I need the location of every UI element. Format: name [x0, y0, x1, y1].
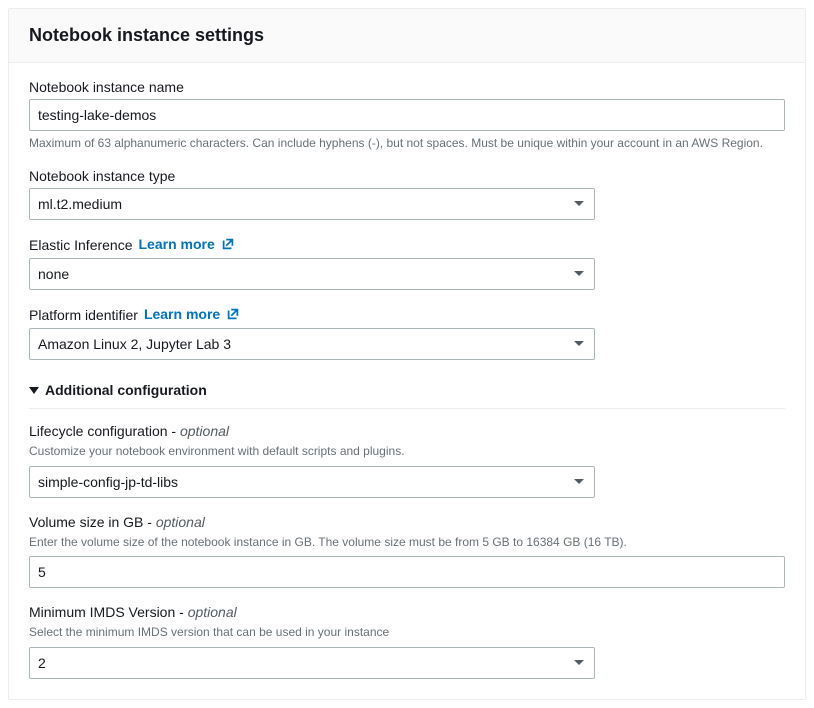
- platform-identifier-value: Amazon Linux 2, Jupyter Lab 3: [38, 336, 231, 352]
- instance-name-label: Notebook instance name: [29, 79, 785, 95]
- imds-label-text: Minimum IMDS Version -: [29, 604, 188, 620]
- volume-label-text: Volume size in GB -: [29, 514, 156, 530]
- imds-label: Minimum IMDS Version - optional: [29, 604, 785, 620]
- volume-helper: Enter the volume size of the notebook in…: [29, 534, 785, 551]
- divider: [29, 408, 785, 409]
- platform-identifier-select[interactable]: Amazon Linux 2, Jupyter Lab 3: [29, 328, 595, 360]
- elastic-inference-select[interactable]: none: [29, 258, 595, 290]
- additional-configuration-expander[interactable]: Additional configuration: [29, 376, 785, 404]
- optional-text: optional: [180, 423, 229, 439]
- optional-text: optional: [188, 604, 237, 620]
- field-elastic-inference: Elastic Inference Learn more none: [29, 236, 785, 290]
- panel-title: Notebook instance settings: [29, 25, 785, 46]
- volume-size-input[interactable]: [29, 556, 785, 588]
- imds-helper: Select the minimum IMDS version that can…: [29, 624, 785, 641]
- instance-type-label: Notebook instance type: [29, 168, 785, 184]
- field-instance-name: Notebook instance name Maximum of 63 alp…: [29, 79, 785, 152]
- panel-body: Notebook instance name Maximum of 63 alp…: [9, 63, 805, 699]
- field-lifecycle-configuration: Lifecycle configuration - optional Custo…: [29, 423, 785, 498]
- volume-label: Volume size in GB - optional: [29, 514, 785, 530]
- platform-identifier-label: Platform identifier: [29, 307, 138, 323]
- additional-configuration-title: Additional configuration: [45, 382, 207, 398]
- learn-more-text: Learn more: [139, 236, 215, 252]
- settings-panel: Notebook instance settings Notebook inst…: [8, 8, 806, 700]
- elastic-inference-label: Elastic Inference: [29, 237, 133, 253]
- external-link-icon: [226, 307, 240, 324]
- lifecycle-label: Lifecycle configuration - optional: [29, 423, 785, 439]
- field-platform-identifier: Platform identifier Learn more Amazon Li…: [29, 306, 785, 360]
- lifecycle-value: simple-config-jp-td-libs: [38, 474, 178, 490]
- field-instance-type: Notebook instance type ml.t2.medium: [29, 168, 785, 220]
- instance-name-input[interactable]: [29, 99, 785, 131]
- field-volume-size: Volume size in GB - optional Enter the v…: [29, 514, 785, 589]
- learn-more-text: Learn more: [144, 306, 220, 322]
- elastic-inference-value: none: [38, 266, 69, 282]
- elastic-inference-learn-more-link[interactable]: Learn more: [139, 236, 235, 254]
- optional-text: optional: [156, 514, 205, 530]
- panel-header: Notebook instance settings: [9, 9, 805, 63]
- imds-value: 2: [38, 655, 46, 671]
- lifecycle-label-text: Lifecycle configuration -: [29, 423, 180, 439]
- instance-name-helper: Maximum of 63 alphanumeric characters. C…: [29, 135, 785, 152]
- lifecycle-select[interactable]: simple-config-jp-td-libs: [29, 466, 595, 498]
- imds-select[interactable]: 2: [29, 647, 595, 679]
- instance-type-select[interactable]: ml.t2.medium: [29, 188, 595, 220]
- caret-down-icon: [29, 382, 39, 398]
- lifecycle-helper: Customize your notebook environment with…: [29, 443, 785, 460]
- platform-identifier-learn-more-link[interactable]: Learn more: [144, 306, 240, 324]
- instance-type-value: ml.t2.medium: [38, 196, 122, 212]
- external-link-icon: [221, 237, 235, 254]
